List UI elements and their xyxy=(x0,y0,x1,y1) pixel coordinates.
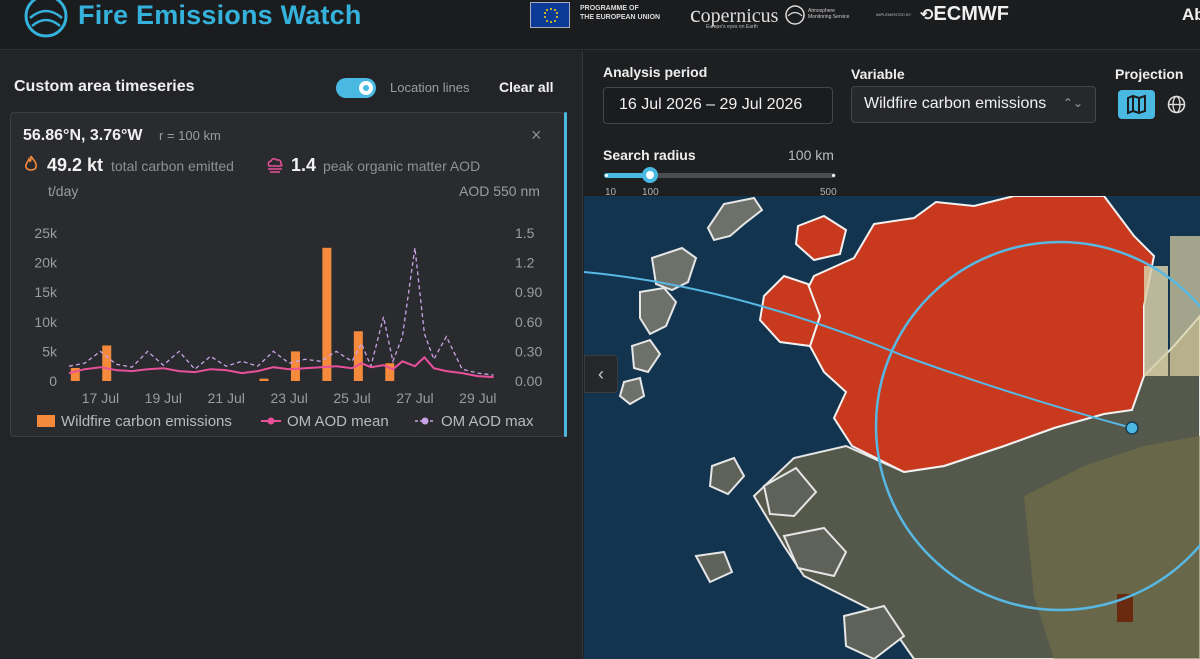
peak-aod-label: peak organic matter AOD xyxy=(323,158,481,174)
peak-aod-value: 1.4 xyxy=(291,155,317,175)
emission-bar xyxy=(322,247,332,381)
x-tick-label: 27 Jul xyxy=(396,390,433,406)
legend-dot-max xyxy=(421,417,429,425)
projection-map-button[interactable] xyxy=(1118,90,1155,119)
legend-swatch-emissions xyxy=(37,415,55,427)
panel-title: Custom area timeseries xyxy=(14,78,195,95)
projection-label: Projection xyxy=(1115,66,1184,82)
right-axis-unit: AOD 550 nm xyxy=(459,183,540,199)
x-tick-label: 23 Jul xyxy=(270,390,307,406)
collapse-panel-button[interactable]: ‹ xyxy=(584,355,618,393)
app-header: Fire Emissions Watch PROGRAMME OF THE EU… xyxy=(0,0,1200,50)
implemented-by-text: IMPLEMENTED BY xyxy=(876,12,912,17)
legend-dot-mean xyxy=(267,417,275,425)
left-tick-label: 0 xyxy=(49,373,57,389)
variable-value: Wildfire carbon emissions xyxy=(864,95,1047,112)
left-tick-label: 5k xyxy=(42,343,58,359)
location-radius: r = 100 km xyxy=(159,128,221,143)
projection-globe-button[interactable] xyxy=(1162,90,1191,119)
variable-label: Variable xyxy=(851,66,905,82)
map-canvas[interactable] xyxy=(584,196,1200,659)
legend-label-mean: OM AOD mean xyxy=(287,413,389,430)
location-lines-label: Location lines xyxy=(390,80,470,95)
toggle-knob xyxy=(359,81,373,95)
globe-logo-icon xyxy=(24,0,68,38)
analysis-period-input[interactable]: 16 Jul 2026 – 29 Jul 2026 xyxy=(603,87,833,124)
location-coords: 56.86°N, 3.76°W xyxy=(23,127,143,144)
select-chevron-icon: ⌃⌄ xyxy=(1062,96,1083,110)
left-axis-unit: t/day xyxy=(48,183,79,199)
emissions-chart: 0 5k 10k 15k 20k 25k 0.00 0.30 0.60 0.90 1.2 1.5 17 … xyxy=(34,225,542,430)
card-accent-bar xyxy=(564,112,567,437)
slider-handle[interactable] xyxy=(642,167,658,183)
right-tick-label: 0.00 xyxy=(515,373,542,389)
eu-programme-text: PROGRAMME OF THE EUROPEAN UNION xyxy=(580,5,661,21)
search-radius-slider[interactable] xyxy=(604,173,836,178)
app-title[interactable]: Fire Emissions Watch xyxy=(78,0,362,30)
emission-bar xyxy=(353,331,363,381)
clear-all-button[interactable]: Clear all xyxy=(499,79,553,95)
legend-label-emissions: Wildfire carbon emissions xyxy=(61,413,232,430)
search-radius-label: Search radius xyxy=(603,147,696,163)
close-card-button[interactable]: × xyxy=(531,125,542,146)
map-controls: Analysis period 16 Jul 2026 – 29 Jul 202… xyxy=(584,51,1200,198)
right-tick-label: 0.60 xyxy=(515,314,542,330)
timeseries-panel: Custom area timeseries Location lines Cl… xyxy=(0,51,583,659)
eu-flag-logo xyxy=(530,2,570,28)
left-tick-label: 20k xyxy=(34,255,58,271)
map-icon xyxy=(1127,94,1146,115)
x-tick-label: 17 Jul xyxy=(82,390,119,406)
right-tick-label: 1.2 xyxy=(515,255,535,271)
period-label: Analysis period xyxy=(603,64,708,80)
legend-label-max: OM AOD max xyxy=(441,413,534,430)
haze-cloud-icon xyxy=(267,157,283,173)
x-tick-label: 19 Jul xyxy=(145,390,182,406)
right-tick-label: 0.90 xyxy=(515,284,542,300)
svg-text:Monitoring Service: Monitoring Service xyxy=(808,14,850,20)
left-tick-label: 10k xyxy=(34,314,58,330)
x-tick-label: 25 Jul xyxy=(333,390,370,406)
right-tick-label: 1.5 xyxy=(515,225,535,241)
location-lines-toggle[interactable] xyxy=(336,78,376,98)
variable-select[interactable]: Wildfire carbon emissions ⌃⌄ xyxy=(851,86,1096,123)
x-tick-label: 21 Jul xyxy=(208,390,245,406)
emission-bar xyxy=(102,345,112,381)
copernicus-tagline: Europe's eyes on Earth xyxy=(706,24,758,30)
globe-icon xyxy=(1167,95,1186,114)
cams-logo: Atmosphere Monitoring Service xyxy=(785,5,850,25)
emission-bar xyxy=(259,378,269,381)
x-tick-label: 29 Jul xyxy=(459,390,496,406)
location-card: 56.86°N, 3.76°W r = 100 km × 49.2 kt tot… xyxy=(10,112,565,437)
right-tick-label: 0.30 xyxy=(515,343,542,359)
emission-bar xyxy=(290,351,300,381)
total-carbon-label: total carbon emitted xyxy=(111,158,234,174)
om-aod-max-line xyxy=(68,247,494,376)
left-tick-label: 15k xyxy=(34,284,58,300)
location-marker[interactable] xyxy=(1125,421,1139,435)
total-carbon-value: 49.2 kt xyxy=(47,155,104,175)
fire-icon xyxy=(25,155,37,171)
about-link[interactable]: Ab xyxy=(1182,5,1200,25)
emission-column xyxy=(1144,266,1168,376)
ecmwf-logo: ⟲ECMWF xyxy=(920,3,1009,25)
left-tick-label: 25k xyxy=(34,225,58,241)
map-svg xyxy=(584,196,1200,659)
search-radius-value: 100 km xyxy=(788,147,834,163)
